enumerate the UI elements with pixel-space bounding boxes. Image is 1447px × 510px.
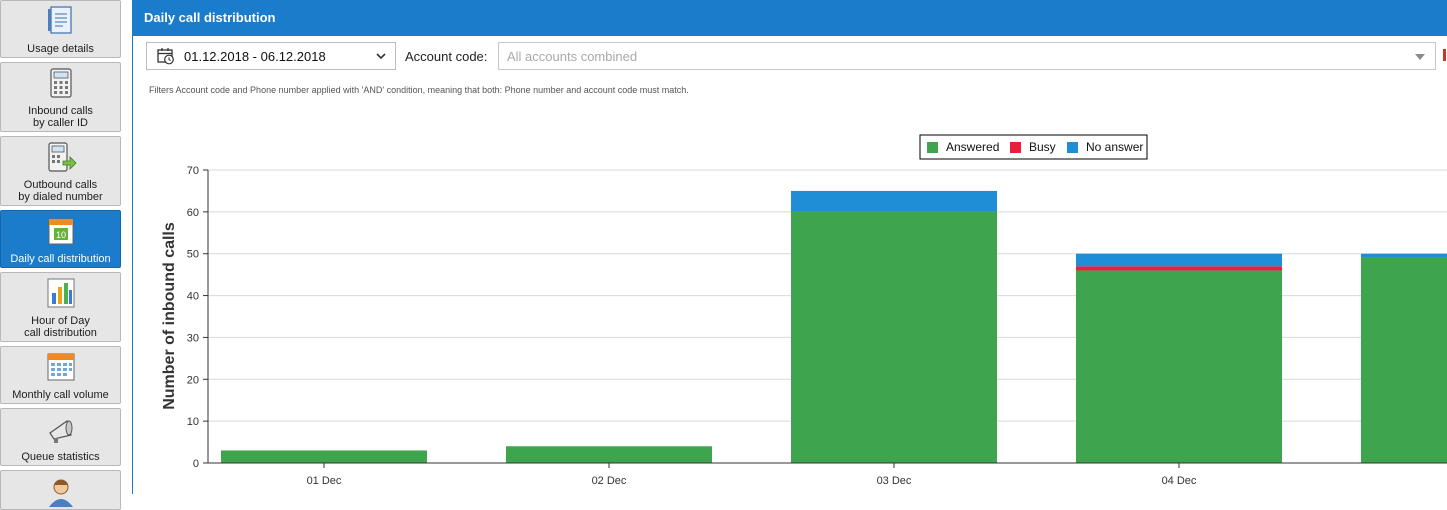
bar-chart-icon bbox=[45, 277, 77, 309]
y-tick-label: 30 bbox=[187, 332, 199, 344]
sidebar-item-label: Usage details bbox=[27, 43, 94, 55]
report-sidebar: Usage details Inbound calls by caller ID O… bbox=[0, 0, 125, 494]
legend-label: No answer bbox=[1086, 140, 1143, 154]
y-tick-label: 0 bbox=[193, 458, 199, 470]
bar-answered bbox=[221, 450, 427, 463]
sidebar-item-label: Daily call distribution bbox=[10, 253, 110, 265]
bar-no-answer bbox=[1361, 254, 1447, 258]
sidebar-item-usage-details[interactable]: Usage details bbox=[0, 0, 121, 58]
bar-busy bbox=[1076, 266, 1282, 270]
sidebar-item-outbound-calls-by-dialed-number[interactable]: Outbound calls by dialed number bbox=[0, 136, 121, 206]
y-tick-label: 20 bbox=[187, 374, 199, 386]
x-tick-label: 01 Dec bbox=[307, 475, 342, 487]
y-tick-label: 50 bbox=[187, 249, 199, 261]
sidebar-item-label: Hour of Day call distribution bbox=[24, 315, 97, 339]
bar-answered bbox=[1361, 258, 1447, 463]
y-tick-label: 40 bbox=[187, 291, 199, 303]
calendar-day-icon: 10 bbox=[45, 215, 77, 247]
sidebar-item-hour-of-day-call-distribution[interactable]: Hour of Day call distribution bbox=[0, 272, 121, 342]
bar-answered bbox=[1076, 270, 1282, 463]
y-tick-label: 60 bbox=[187, 207, 199, 219]
chart-legend: Answered Busy No answer bbox=[920, 135, 1147, 159]
sidebar-item-label: Monthly call volume bbox=[12, 389, 109, 401]
x-tick-label: 03 Dec bbox=[877, 475, 912, 487]
sidebar-item-inbound-calls-by-caller-id[interactable]: Inbound calls by caller ID bbox=[0, 62, 121, 132]
sidebar-item-monthly-call-volume[interactable]: Monthly call volume bbox=[0, 346, 121, 404]
sidebar-item-queue-statistics[interactable]: Queue statistics bbox=[0, 408, 121, 466]
svg-text:10: 10 bbox=[55, 230, 65, 240]
legend-swatch bbox=[1010, 142, 1021, 153]
daily-call-chart: 01020304050607001 Dec02 Dec03 Dec04 Dec0… bbox=[132, 0, 1447, 494]
bar-answered bbox=[791, 212, 997, 463]
agent-icon bbox=[45, 475, 77, 507]
legend-swatch bbox=[927, 142, 938, 153]
x-tick-label: 02 Dec bbox=[592, 475, 627, 487]
sidebar-item-label: Inbound calls by caller ID bbox=[28, 105, 93, 129]
bar-answered bbox=[506, 446, 712, 463]
legend-label: Busy bbox=[1029, 140, 1056, 154]
usage-details-icon bbox=[45, 5, 77, 37]
y-tick-label: 70 bbox=[187, 165, 199, 177]
legend-label: Answered bbox=[946, 140, 999, 154]
megaphone-icon bbox=[45, 413, 77, 445]
legend-swatch bbox=[1067, 142, 1078, 153]
sidebar-item-daily-call-distribution[interactable]: 10 Daily call distribution bbox=[0, 210, 121, 268]
bar-no-answer bbox=[791, 191, 997, 212]
y-axis-label: Number of inbound calls bbox=[161, 222, 178, 410]
calendar-month-icon bbox=[45, 351, 77, 383]
sidebar-item-label: Outbound calls by dialed number bbox=[18, 179, 102, 203]
x-tick-label: 04 Dec bbox=[1162, 475, 1197, 487]
y-tick-label: 10 bbox=[187, 416, 199, 428]
chart-bars bbox=[221, 191, 1447, 463]
sidebar-item-agent[interactable] bbox=[0, 470, 121, 510]
phone-outbound-icon bbox=[45, 141, 77, 173]
sidebar-item-label: Queue statistics bbox=[21, 451, 99, 463]
bar-no-answer bbox=[1076, 254, 1282, 267]
phone-inbound-icon bbox=[45, 67, 77, 99]
